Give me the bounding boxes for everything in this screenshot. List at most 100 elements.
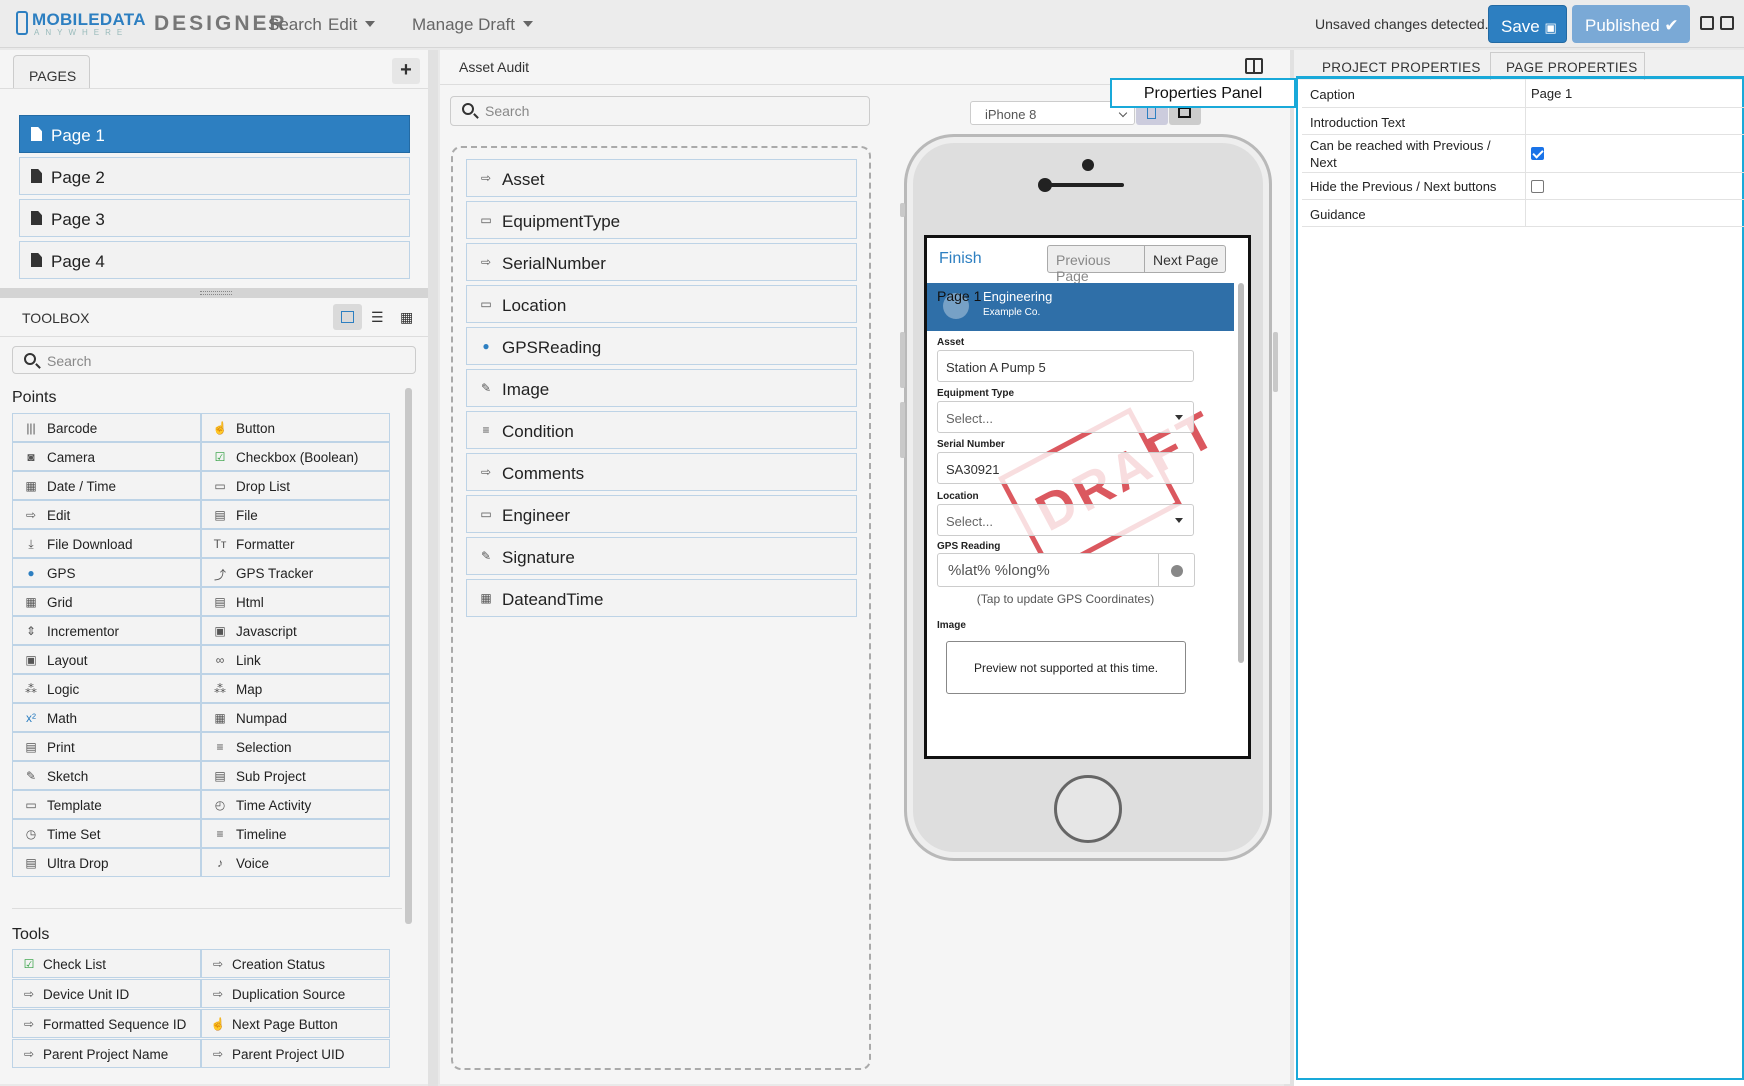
caret-down-icon <box>365 21 376 27</box>
toolbox-item[interactable]: ≡ Timeline <box>201 819 390 848</box>
add-page-button[interactable]: + <box>392 58 420 84</box>
toolbox-item[interactable]: ▦ Grid <box>12 587 201 616</box>
toolbox-item[interactable]: ▭ Template <box>12 790 201 819</box>
intro-text-value[interactable] <box>1531 114 1721 130</box>
toolbox-item[interactable]: ▤ Ultra Drop <box>12 848 201 877</box>
toolbox-item[interactable]: ⇨ Formatted Sequence ID <box>12 1009 201 1038</box>
tab-project-properties[interactable]: PROJECT PROPERTIES <box>1322 60 1481 75</box>
form-field-label: Asset <box>502 170 545 189</box>
toolbox-item-label: Check List <box>43 957 107 972</box>
pages-tab[interactable]: PAGES <box>13 55 90 89</box>
toolbox-item[interactable]: ▦ Numpad <box>201 703 390 732</box>
form-field-item[interactable]: ✎ Signature <box>466 537 857 575</box>
toolbox-item[interactable]: ⇨ Duplication Source <box>201 979 390 1008</box>
gps-update-button[interactable] <box>1158 553 1195 587</box>
toolbox-item[interactable]: ⤓ File Download <box>12 529 201 558</box>
screen-scrollbar[interactable] <box>1238 283 1244 663</box>
panel-toggle-icon[interactable] <box>1245 58 1263 74</box>
toolbox-item[interactable]: ⤴ GPS Tracker <box>201 558 390 587</box>
search-menu[interactable]: Search <box>268 15 322 35</box>
edit-menu[interactable]: Edit <box>328 15 376 35</box>
toolbox-item[interactable]: ☑ Check List <box>12 949 201 978</box>
panel-resize-handle[interactable] <box>0 288 428 298</box>
toolbox-item[interactable]: ⇨ Creation Status <box>201 949 390 978</box>
previous-page-button[interactable]: Previous Page <box>1047 245 1145 284</box>
toolbox-item[interactable]: ☝ Next Page Button <box>201 1009 390 1038</box>
location-select[interactable]: Select... <box>937 504 1194 536</box>
toolbox-item[interactable]: ⇨ Edit <box>12 500 201 529</box>
toolbox-item[interactable]: ⇨ Device Unit ID <box>12 979 201 1008</box>
fields-drop-zone[interactable]: ⇨ Asset ▭ EquipmentType ⇨ SerialNumber ▭ Locati… <box>451 146 871 1070</box>
form-field-item[interactable]: ▦ DateandTime <box>466 579 857 617</box>
form-field-item[interactable]: ▭ EquipmentType <box>466 201 857 239</box>
hide-buttons-checkbox[interactable] <box>1531 180 1544 193</box>
page-item[interactable]: Page 3 <box>19 199 410 237</box>
view-columns-button[interactable] <box>333 304 362 330</box>
gps-reading-input[interactable]: %lat% %long% <box>937 553 1159 587</box>
form-field-item[interactable]: ● GPSReading <box>466 327 857 365</box>
form-field-item[interactable]: ⇨ SerialNumber <box>466 243 857 281</box>
form-field-item[interactable]: ▭ Location <box>466 285 857 323</box>
formatter-icon: Tт <box>213 537 227 551</box>
toolbox-item[interactable]: ▣ Javascript <box>201 616 390 645</box>
toolbox-item[interactable]: ⇕ Incrementor <box>12 616 201 645</box>
form-field-item[interactable]: ≡ Condition <box>466 411 857 449</box>
toolbox-item[interactable]: ◷ Time Set <box>12 819 201 848</box>
toolbox-item[interactable]: ▤ Sub Project <box>201 761 390 790</box>
form-field-item[interactable]: ✎ Image <box>466 369 857 407</box>
toolbox-item[interactable]: ◴ Time Activity <box>201 790 390 819</box>
toolbox-item[interactable]: ◙ Camera <box>12 442 201 471</box>
split-view-icon[interactable] <box>1700 16 1714 30</box>
save-button[interactable]: Save ▣ <box>1488 5 1567 43</box>
view-list-button[interactable]: ☰ <box>363 304 392 330</box>
toolbox-item[interactable]: x² Math <box>12 703 201 732</box>
pages-panel: PAGES + Page 1 Page 2 Page 3 Page 4 <box>0 50 428 288</box>
toolbox-item[interactable]: ● GPS <box>12 558 201 587</box>
page-item[interactable]: Page 4 <box>19 241 410 279</box>
toolbox-item[interactable]: ⁂ Logic <box>12 674 201 703</box>
toolbox-item[interactable]: ||| Barcode <box>12 413 201 442</box>
form-field-item[interactable]: ⇨ Asset <box>466 159 857 197</box>
toolbox-item[interactable]: ≡ Selection <box>201 732 390 761</box>
toolbox-scrollbar[interactable] <box>405 388 412 924</box>
toolbox-item[interactable]: ▤ Print <box>12 732 201 761</box>
caption-value[interactable]: Page 1 <box>1531 86 1572 101</box>
fields-search-input[interactable]: Search <box>450 96 870 126</box>
toolbox-item[interactable]: ☝ Button <box>201 413 390 442</box>
published-button[interactable]: Published ✔ <box>1572 5 1690 43</box>
view-grid-button[interactable]: ▦ <box>392 304 421 330</box>
toolbox-item[interactable]: ▦ Date / Time <box>12 471 201 500</box>
toolbox-item[interactable]: ☑ Checkbox (Boolean) <box>201 442 390 471</box>
mobiledata-logo[interactable]: MOBILEDATA ANYWHERE <box>16 8 146 40</box>
toolbox-item[interactable]: ∞ Link <box>201 645 390 674</box>
page-item[interactable]: Page 1 <box>19 115 410 153</box>
next-page-button[interactable]: Next Page <box>1144 245 1226 273</box>
form-field-item[interactable]: ▭ Engineer <box>466 495 857 533</box>
toolbox-item[interactable]: ▤ Html <box>201 587 390 616</box>
toolbox-item[interactable]: ⁂ Map <box>201 674 390 703</box>
reach-checkbox[interactable] <box>1531 147 1544 160</box>
guidance-value[interactable] <box>1531 206 1721 222</box>
toolbox-item[interactable]: Tт Formatter <box>201 529 390 558</box>
toolbox-item[interactable]: ⇨ Parent Project Name <box>12 1039 201 1068</box>
form-field-item[interactable]: ⇨ Comments <box>466 453 857 491</box>
equipment-type-select[interactable]: Select... <box>937 401 1194 433</box>
serial-number-input[interactable]: SA30921 <box>937 452 1194 484</box>
properties-highlight-frame: Caption Page 1 Introduction Text Can be r… <box>1296 76 1744 1080</box>
tab-page-properties[interactable]: PAGE PROPERTIES <box>1506 60 1638 75</box>
toolbox-item[interactable]: ♪ Voice <box>201 848 390 877</box>
toolbox-item[interactable]: ▭ Drop List <box>201 471 390 500</box>
fullscreen-icon[interactable] <box>1720 16 1734 30</box>
asset-input[interactable]: Station A Pump 5 <box>937 350 1194 382</box>
toolbox-item[interactable]: ▤ File <box>201 500 390 529</box>
toolbox-item-label: Date / Time <box>47 479 117 494</box>
toolbox-search-input[interactable]: Search <box>12 346 416 374</box>
toolbox-item[interactable]: ⇨ Parent Project UID <box>201 1039 390 1068</box>
vertical-resize-handle[interactable] <box>428 50 438 1086</box>
toolbox-item[interactable]: ✎ Sketch <box>12 761 201 790</box>
toolbox-item[interactable]: ▣ Layout <box>12 645 201 674</box>
page-item[interactable]: Page 2 <box>19 157 410 195</box>
manage-draft-menu[interactable]: Manage Draft <box>412 15 533 35</box>
gps-hint: (Tap to update GPS Coordinates) <box>976 592 1155 606</box>
finish-link[interactable]: Finish <box>939 250 982 268</box>
